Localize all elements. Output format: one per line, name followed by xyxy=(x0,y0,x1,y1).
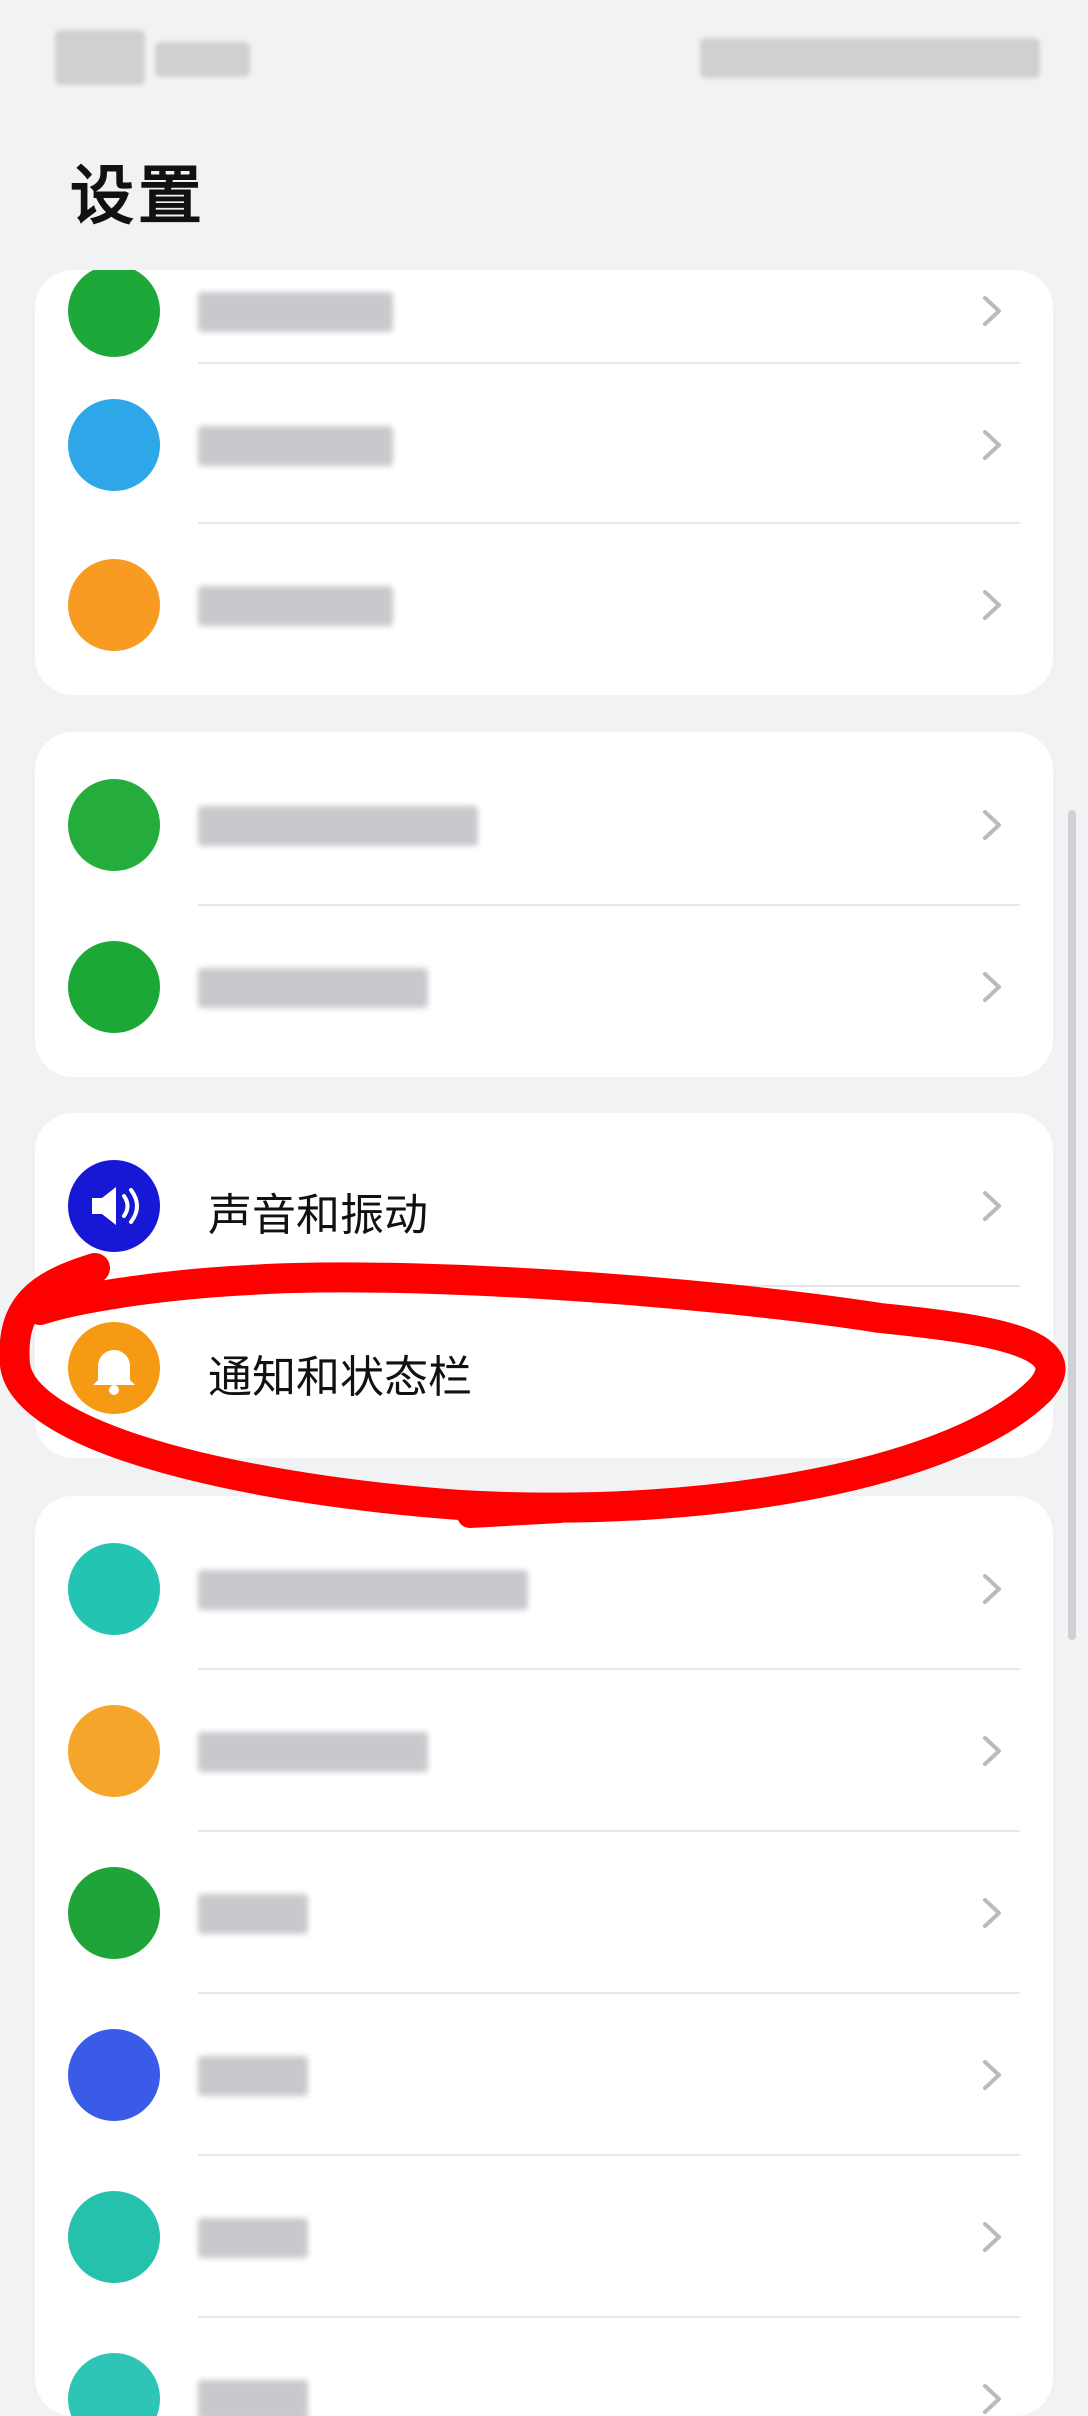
chevron-right-icon xyxy=(983,1191,1001,1221)
settings-item[interactable] xyxy=(35,1508,1053,1670)
green-settings-icon xyxy=(68,270,160,357)
speaker-glyph xyxy=(92,1187,139,1225)
teal-settings-icon xyxy=(68,1543,160,1635)
settings-item-label-blurred xyxy=(198,586,393,626)
chevron-right-icon xyxy=(983,1736,1001,1766)
speaker-icon xyxy=(68,1160,160,1252)
settings-item[interactable] xyxy=(35,1832,1053,1994)
settings-item-label-blurred xyxy=(198,2380,308,2416)
chevron-right-icon xyxy=(983,810,1001,840)
chevron-right-icon xyxy=(983,2060,1001,2090)
settings-item-label-blurred xyxy=(198,292,393,332)
teal-settings-icon xyxy=(68,2353,160,2416)
scrollbar[interactable] xyxy=(1068,810,1076,1640)
status-bar xyxy=(0,0,1088,120)
settings-item-label-blurred xyxy=(198,968,428,1008)
status-carrier-blur xyxy=(155,42,250,77)
chevron-right-icon xyxy=(983,590,1001,620)
settings-item-sound-vibration[interactable]: 声音和振动 xyxy=(35,1125,1053,1287)
blue-settings-icon xyxy=(68,2029,160,2121)
bell-icon xyxy=(68,1322,160,1414)
settings-item-label-blurred xyxy=(198,2218,308,2258)
settings-item[interactable] xyxy=(35,1994,1053,2156)
settings-item-label: 声音和振动 xyxy=(208,1190,428,1241)
settings-item[interactable] xyxy=(35,1670,1053,1832)
settings-item-label-blurred xyxy=(198,1894,308,1934)
settings-item[interactable] xyxy=(35,364,1053,526)
settings-item-label: 通知和状态栏 xyxy=(208,1352,472,1403)
settings-item[interactable] xyxy=(35,2318,1053,2416)
orange-settings-icon xyxy=(68,559,160,651)
chevron-right-icon xyxy=(983,1898,1001,1928)
chevron-right-icon xyxy=(983,972,1001,1002)
settings-item-label-blurred xyxy=(198,1570,528,1610)
orange-settings-icon xyxy=(68,1705,160,1797)
settings-group-2 xyxy=(35,732,1053,1077)
settings-item-label-blurred xyxy=(198,1732,428,1772)
settings-item[interactable] xyxy=(35,2156,1053,2318)
settings-item-notifications-status-bar[interactable]: 通知和状态栏 xyxy=(35,1287,1053,1449)
settings-item[interactable] xyxy=(35,906,1053,1068)
settings-group-3: 声音和振动 通知和状态栏 xyxy=(35,1113,1053,1458)
settings-item-label-blurred xyxy=(198,806,478,846)
status-time-blur xyxy=(55,30,145,85)
page-title: 设置 xyxy=(70,160,206,234)
green-eye-icon xyxy=(68,941,160,1033)
status-icons-blur xyxy=(700,38,1040,78)
chevron-right-icon xyxy=(983,296,1001,326)
settings-item[interactable] xyxy=(35,744,1053,906)
settings-item[interactable] xyxy=(35,524,1053,686)
settings-item-label-blurred xyxy=(198,2056,308,2096)
settings-item-label-blurred xyxy=(198,426,393,466)
bell-glyph xyxy=(93,1350,135,1395)
green-settings-icon xyxy=(68,1867,160,1959)
settings-group-1 xyxy=(35,270,1053,695)
blue-settings-icon xyxy=(68,399,160,491)
chevron-right-icon xyxy=(983,2222,1001,2252)
settings-group-4 xyxy=(35,1496,1053,2416)
chevron-right-icon xyxy=(983,2384,1001,2414)
chevron-right-icon xyxy=(983,1574,1001,1604)
chevron-right-icon xyxy=(983,430,1001,460)
green-settings-icon xyxy=(68,779,160,871)
teal-shield-icon xyxy=(68,2191,160,2283)
